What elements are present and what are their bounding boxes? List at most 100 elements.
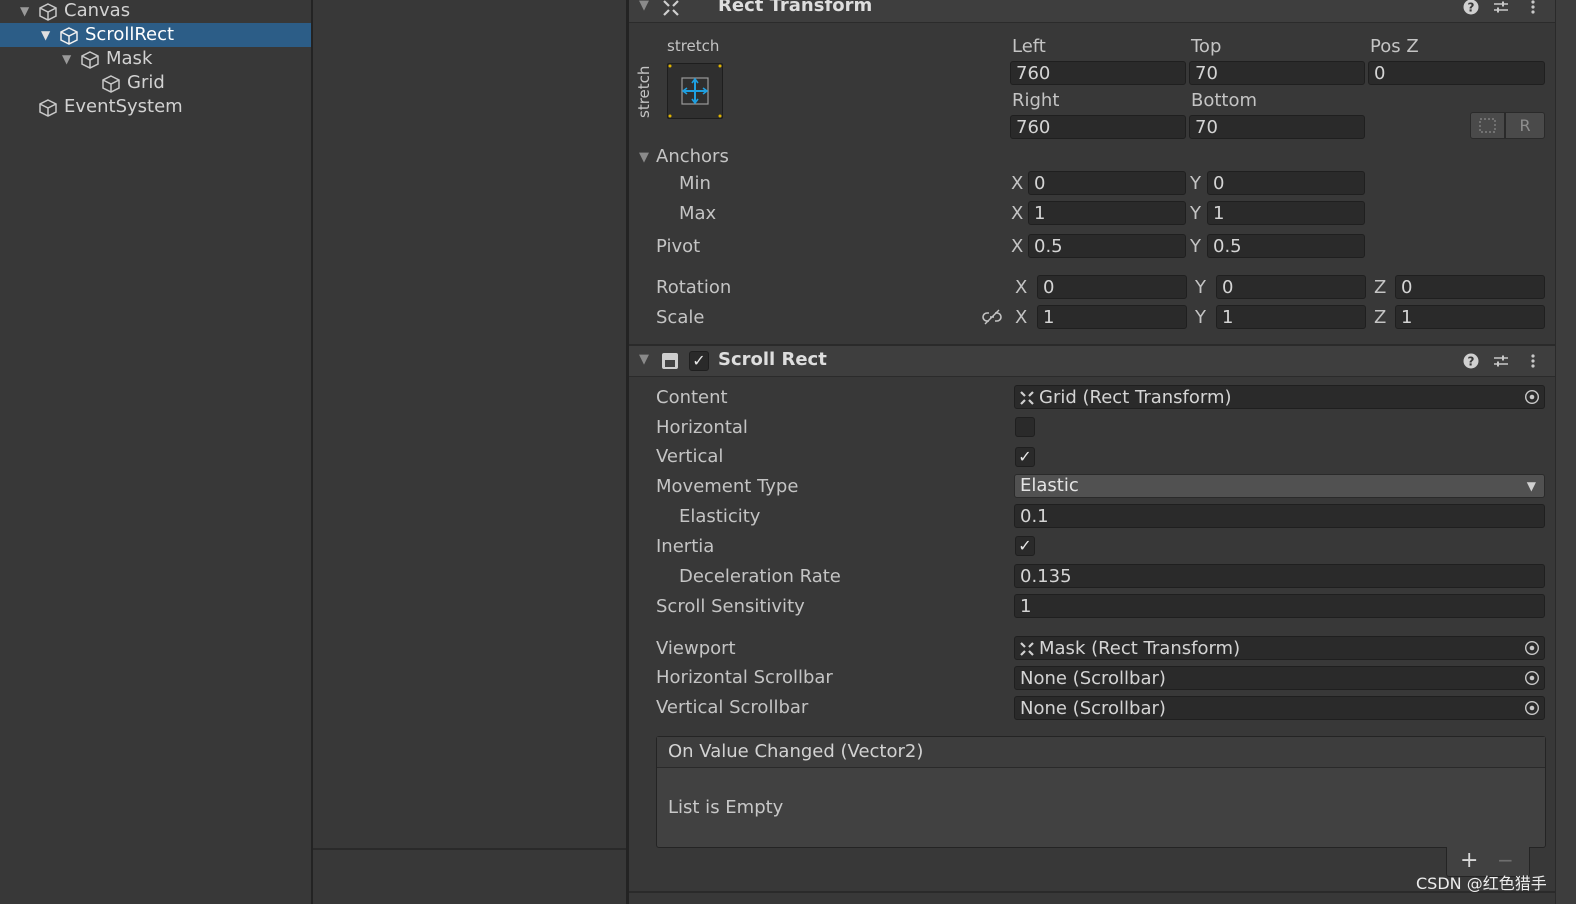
anchor-max-label: Max — [679, 203, 717, 224]
posz-label: Pos Z — [1370, 36, 1419, 57]
help-icon[interactable]: ? — [1463, 353, 1479, 369]
expand-triangle-icon[interactable]: ▼ — [62, 47, 76, 71]
hierarchy-item-label: Canvas — [64, 0, 131, 21]
help-icon[interactable]: ? — [1463, 0, 1479, 15]
anchor-preset-button[interactable] — [667, 63, 723, 119]
raw-edit-button[interactable]: R — [1505, 112, 1545, 139]
viewport-object-field[interactable]: Mask (Rect Transform) — [1014, 636, 1545, 660]
inertia-label: Inertia — [656, 536, 715, 557]
vertical-checkbox[interactable]: ✓ — [1015, 447, 1035, 467]
anchors-foldout-label[interactable]: Anchors — [656, 146, 729, 167]
watermark: CSDN @红色猎手 — [1416, 874, 1547, 893]
hierarchy-item-canvas[interactable]: ▼ Canvas — [0, 0, 311, 23]
anchor-max-x-field[interactable]: 1 — [1028, 201, 1186, 225]
pivot-label: Pivot — [656, 236, 701, 257]
component-title: Rect Transform — [718, 0, 873, 16]
anchor-max-y-field[interactable]: 1 — [1207, 201, 1365, 225]
vertical-scrollbar-label: Vertical Scrollbar — [656, 697, 809, 718]
presets-icon[interactable] — [1493, 0, 1509, 15]
more-options-icon[interactable] — [1525, 353, 1541, 369]
rotation-z-field[interactable]: 0 — [1395, 275, 1545, 299]
axis-x-label: X — [1011, 236, 1024, 257]
top-label: Top — [1191, 36, 1222, 57]
content-object-field[interactable]: Grid (Rect Transform) — [1014, 385, 1545, 409]
event-header: On Value Changed (Vector2) — [657, 737, 1545, 768]
object-picker-icon[interactable] — [1524, 700, 1540, 716]
rotation-y-field[interactable]: 0 — [1216, 275, 1366, 299]
vertical-scrollbar-value: None (Scrollbar) — [1020, 698, 1166, 719]
expand-triangle-icon[interactable]: ▼ — [41, 23, 55, 47]
axis-x-label: X — [1015, 307, 1028, 328]
collapse-triangle-icon[interactable]: ▼ — [639, 352, 649, 367]
collapse-triangle-icon[interactable]: ▼ — [639, 0, 649, 13]
object-picker-icon[interactable] — [1524, 389, 1540, 405]
expand-triangle-icon[interactable]: ▼ — [20, 0, 34, 23]
left-field[interactable]: 760 — [1010, 61, 1186, 85]
script-component-icon — [662, 353, 678, 369]
horizontal-scrollbar-field[interactable]: None (Scrollbar) — [1014, 666, 1545, 690]
more-options-icon[interactable] — [1525, 0, 1541, 15]
movement-type-dropdown[interactable]: Elastic ▼ — [1014, 474, 1545, 498]
scroll-sensitivity-label: Scroll Sensitivity — [656, 596, 805, 617]
right-label: Right — [1012, 90, 1060, 111]
anchor-min-label: Min — [679, 173, 711, 194]
anchor-preset-label: stretch — [667, 37, 720, 55]
bottom-field[interactable]: 70 — [1189, 115, 1365, 139]
chevron-down-icon: ▼ — [1526, 479, 1536, 493]
content-label: Content — [656, 387, 728, 408]
vertical-scrollbar-field[interactable]: None (Scrollbar) — [1014, 696, 1545, 720]
hierarchy-item-grid[interactable]: Grid — [0, 71, 311, 95]
rect-transform-icon — [1020, 391, 1034, 405]
blueprint-icon — [1479, 118, 1496, 133]
anchor-min-y-field[interactable]: 0 — [1207, 171, 1365, 195]
anchor-min-x-field[interactable]: 0 — [1028, 171, 1186, 195]
right-field[interactable]: 760 — [1010, 115, 1186, 139]
hierarchy-item-label: ScrollRect — [85, 24, 175, 45]
scale-label: Scale — [656, 307, 705, 328]
axis-z-label: Z — [1374, 277, 1387, 298]
pivot-x-field[interactable]: 0.5 — [1028, 234, 1186, 258]
rect-transform-header[interactable]: ▼ Rect Transform ? — [629, 0, 1555, 23]
remove-listener-button[interactable]: − — [1497, 848, 1514, 872]
scale-x-field[interactable]: 1 — [1037, 305, 1187, 329]
movement-type-label: Movement Type — [656, 476, 799, 497]
hierarchy-item-eventsystem[interactable]: EventSystem — [0, 95, 311, 119]
elasticity-field[interactable]: 0.1 — [1014, 504, 1545, 528]
content-value: Grid (Rect Transform) — [1039, 387, 1232, 408]
posz-field[interactable]: 0 — [1368, 61, 1545, 85]
event-empty-text: List is Empty — [668, 797, 784, 818]
component-title: Scroll Rect — [718, 349, 827, 370]
horizontal-checkbox[interactable] — [1015, 417, 1035, 437]
horizontal-label: Horizontal — [656, 417, 748, 438]
anchor-preset-side-label: stretch — [635, 65, 653, 118]
scroll-sensitivity-field[interactable]: 1 — [1014, 594, 1545, 618]
collapse-triangle-icon[interactable]: ▼ — [639, 150, 649, 165]
scale-y-field[interactable]: 1 — [1216, 305, 1366, 329]
object-picker-icon[interactable] — [1524, 640, 1540, 656]
component-enabled-checkbox[interactable]: ✓ — [689, 351, 709, 371]
inspector-panel: ▼ Rect Transform ? stretch stretch Left … — [629, 0, 1555, 904]
top-field[interactable]: 70 — [1189, 61, 1365, 85]
rotation-x-field[interactable]: 0 — [1037, 275, 1187, 299]
viewport-value: Mask (Rect Transform) — [1039, 638, 1241, 659]
scroll-rect-header[interactable]: ▼ ✓ Scroll Rect ? — [629, 346, 1555, 377]
pivot-y-field[interactable]: 0.5 — [1207, 234, 1365, 258]
hierarchy-item-label: Grid — [127, 72, 165, 93]
axis-x-label: X — [1011, 203, 1024, 224]
blueprint-mode-button[interactable] — [1470, 112, 1505, 139]
scale-z-field[interactable]: 1 — [1395, 305, 1545, 329]
gameobject-cube-icon — [39, 99, 57, 117]
left-label: Left — [1012, 36, 1046, 57]
inspector-scrollbar[interactable] — [1555, 0, 1576, 904]
deceleration-rate-field[interactable]: 0.135 — [1014, 564, 1545, 588]
object-picker-icon[interactable] — [1524, 670, 1540, 686]
axis-y-label: Y — [1195, 307, 1206, 328]
gameobject-cube-icon — [102, 75, 120, 93]
hierarchy-item-mask[interactable]: ▼ Mask — [0, 47, 311, 71]
elasticity-label: Elasticity — [679, 506, 761, 527]
inertia-checkbox[interactable]: ✓ — [1015, 536, 1035, 556]
hierarchy-item-scrollrect[interactable]: ▼ ScrollRect — [0, 23, 311, 47]
horizontal-scrollbar-label: Horizontal Scrollbar — [656, 667, 833, 688]
presets-icon[interactable] — [1493, 353, 1509, 369]
constrain-proportions-icon[interactable] — [982, 308, 1002, 326]
